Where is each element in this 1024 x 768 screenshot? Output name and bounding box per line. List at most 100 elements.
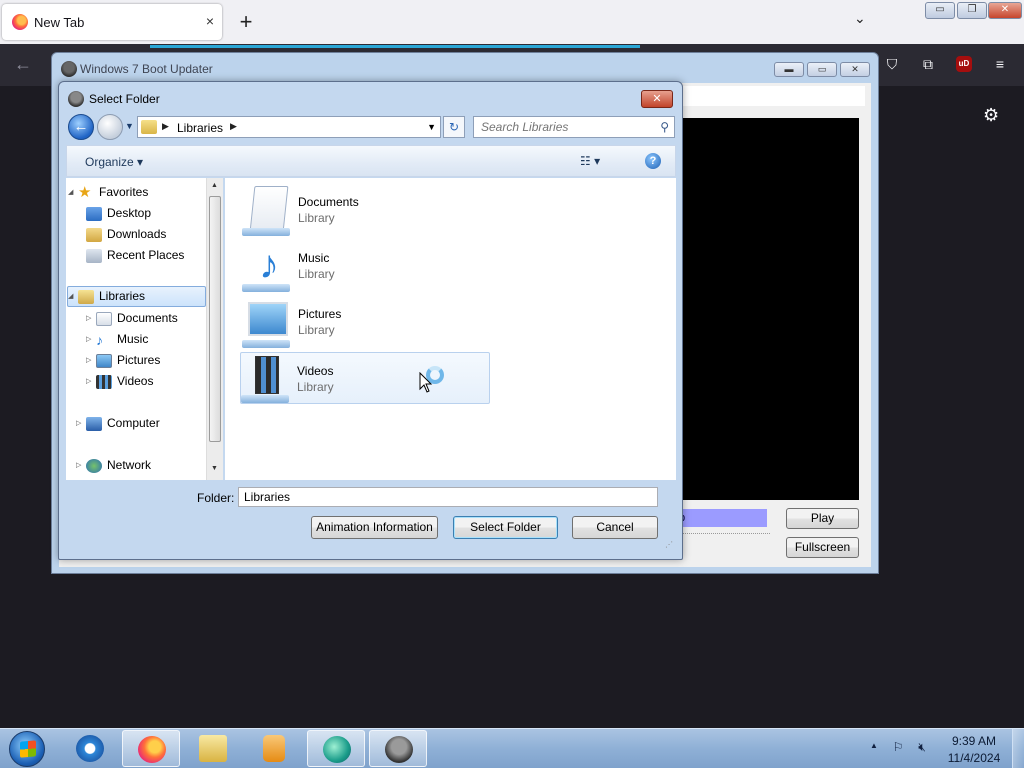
pocket-icon[interactable]: ⛉ xyxy=(882,54,902,74)
browser-close-button[interactable]: ✕ xyxy=(988,2,1022,19)
organize-button[interactable]: Organize ▾ xyxy=(85,155,143,169)
search-icon[interactable]: ⚲ xyxy=(660,120,669,134)
tree-item-libraries[interactable]: ◢ Libraries xyxy=(67,286,206,307)
resize-grip-icon[interactable]: ⋰ xyxy=(665,540,673,549)
collapsed-arrow-icon[interactable]: ▷ xyxy=(86,330,96,350)
library-item-pictures[interactable]: Pictures Library xyxy=(242,296,490,348)
menu-icon[interactable]: ≡ xyxy=(990,54,1010,74)
gear-icon[interactable]: ⚙ xyxy=(983,105,999,126)
volume-muted-icon[interactable]: 🔇︎ xyxy=(914,740,930,756)
extensions-icon[interactable]: ⧉ xyxy=(918,54,938,74)
library-item-videos[interactable]: Videos Library xyxy=(240,352,490,404)
tree-item-music[interactable]: ▷ ♪ Music xyxy=(86,329,148,349)
forward-button[interactable] xyxy=(97,114,123,140)
tree-item-recent-places[interactable]: Recent Places xyxy=(86,245,184,265)
videos-icon xyxy=(96,374,112,389)
address-bar[interactable]: ▶ Libraries ▶ ▼ xyxy=(137,116,441,138)
browser-tab[interactable]: New Tab × xyxy=(2,4,222,40)
scrollbar-thumb[interactable] xyxy=(209,196,221,442)
address-dropdown-icon[interactable]: ▼ xyxy=(427,122,436,132)
recent-locations-dropdown-icon[interactable]: ▼ xyxy=(125,121,134,131)
taskbar-file-explorer[interactable] xyxy=(184,730,242,767)
breadcrumb-separator-icon[interactable]: ▶ xyxy=(230,121,237,132)
desktop-icon xyxy=(86,206,102,221)
tree-item-label: Pictures xyxy=(117,353,161,367)
taskbar-firefox[interactable] xyxy=(122,730,180,767)
tree-item-pictures[interactable]: ▷ Pictures xyxy=(86,350,160,370)
search-box[interactable]: ⚲ xyxy=(473,116,675,138)
library-content-pane: Documents Library ♪ Music Library Pictur… xyxy=(225,178,676,480)
collapsed-arrow-icon[interactable]: ▷ xyxy=(86,309,96,329)
search-input[interactable] xyxy=(474,117,650,137)
back-button[interactable]: ← xyxy=(68,114,94,140)
file-explorer-icon xyxy=(199,735,227,762)
new-tab-button[interactable]: + xyxy=(234,8,258,36)
folder-input[interactable] xyxy=(238,487,658,507)
app-close-button[interactable]: ✕ xyxy=(840,62,870,77)
tree-item-desktop[interactable]: Desktop xyxy=(86,203,151,223)
animation-information-button[interactable]: Animation Information xyxy=(311,516,438,539)
library-name: Videos xyxy=(297,364,334,378)
scroll-up-arrow-icon[interactable]: ▲ xyxy=(211,182,218,189)
fullscreen-button[interactable]: Fullscreen xyxy=(786,537,859,558)
action-center-flag-icon[interactable]: ⚐ xyxy=(890,740,906,756)
back-arrow-icon[interactable]: ← xyxy=(14,54,32,75)
show-hidden-icons-arrow-icon[interactable]: ▲ xyxy=(870,741,878,750)
tree-item-network[interactable]: ▷ Network xyxy=(76,455,151,475)
taskbar-boot-updater[interactable] xyxy=(369,730,427,767)
expanded-arrow-icon[interactable]: ◢ xyxy=(68,287,78,306)
show-desktop-button[interactable] xyxy=(1012,729,1024,768)
folder-label: Folder: xyxy=(197,491,235,505)
cancel-button[interactable]: Cancel xyxy=(572,516,658,539)
taskbar-clock[interactable]: 9:39 AM 11/4/2024 xyxy=(944,733,1004,767)
change-view-button[interactable]: ☷ ▾ xyxy=(580,154,600,168)
star-icon: ★ xyxy=(78,183,92,201)
tree-item-favorites[interactable]: ◢ ★ Favorites xyxy=(68,182,148,202)
organize-label: Organize xyxy=(85,155,134,169)
list-all-tabs-icon[interactable]: ⌄ xyxy=(854,10,866,27)
tree-item-label: Music xyxy=(117,332,149,346)
tree-item-documents[interactable]: ▷ Documents xyxy=(86,308,178,328)
progress-track[interactable] xyxy=(677,533,770,535)
collapsed-arrow-icon[interactable]: ▷ xyxy=(86,372,96,392)
select-folder-button[interactable]: Select Folder xyxy=(453,516,558,539)
taskbar-internet-explorer[interactable] xyxy=(61,730,119,767)
library-shelf-icon xyxy=(242,228,290,236)
mouse-cursor-icon xyxy=(419,372,433,393)
tree-item-computer[interactable]: ▷ Computer xyxy=(76,413,160,433)
app-maximize-button[interactable]: ▭ xyxy=(807,62,837,77)
library-type: Library xyxy=(298,211,335,225)
library-item-documents[interactable]: Documents Library xyxy=(242,184,490,236)
browser-minimize-button[interactable]: ▭ xyxy=(925,2,955,19)
app-minimize-button[interactable]: ▬ xyxy=(774,62,804,77)
help-icon[interactable]: ? xyxy=(645,153,661,169)
collapsed-arrow-icon[interactable]: ▷ xyxy=(76,456,86,476)
breadcrumb-libraries[interactable]: Libraries xyxy=(177,121,223,135)
navigation-scrollbar[interactable]: ▲ ▼ xyxy=(206,178,223,480)
refresh-icon[interactable]: ↻ xyxy=(443,116,465,138)
tab-close-icon[interactable]: × xyxy=(206,13,214,29)
expanded-arrow-icon[interactable]: ◢ xyxy=(68,183,78,203)
library-name: Documents xyxy=(298,195,359,209)
tab-loading-bar xyxy=(150,45,640,48)
windows-logo-icon xyxy=(20,740,36,758)
play-button[interactable]: Play xyxy=(786,508,859,529)
collapsed-arrow-icon[interactable]: ▷ xyxy=(76,414,86,434)
taskbar-media-player[interactable] xyxy=(245,730,303,767)
start-button[interactable] xyxy=(9,731,45,767)
collapsed-arrow-icon[interactable]: ▷ xyxy=(86,351,96,371)
tree-item-label: Libraries xyxy=(99,289,146,303)
dialog-close-button[interactable]: ✕ xyxy=(641,90,673,108)
browser-restore-button[interactable]: ❐ xyxy=(957,2,987,19)
scroll-down-arrow-icon[interactable]: ▼ xyxy=(211,465,218,472)
ublock-icon[interactable]: uD xyxy=(956,56,972,72)
library-shelf-icon xyxy=(242,340,290,348)
boot-updater-icon xyxy=(61,61,77,77)
library-type: Library xyxy=(298,323,335,337)
library-item-music[interactable]: ♪ Music Library xyxy=(242,240,490,292)
taskbar-teal-app[interactable] xyxy=(307,730,365,767)
breadcrumb-separator-icon[interactable]: ▶ xyxy=(162,121,169,132)
libraries-icon xyxy=(78,289,94,304)
tree-item-downloads[interactable]: Downloads xyxy=(86,224,166,244)
tree-item-videos[interactable]: ▷ Videos xyxy=(86,371,153,391)
